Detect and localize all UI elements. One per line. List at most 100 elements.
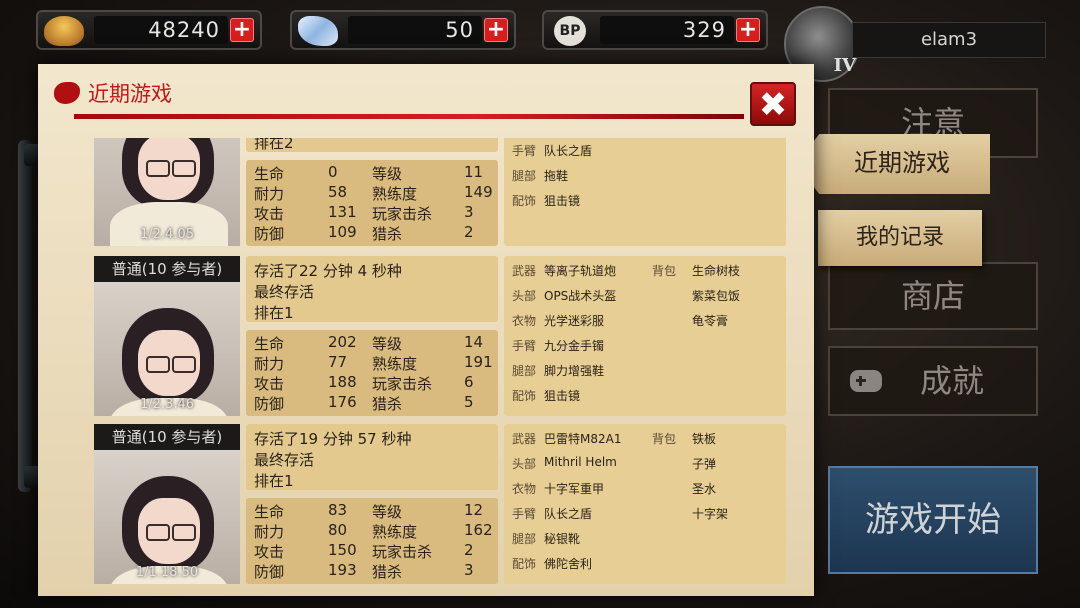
username: elam3 [852, 22, 1046, 58]
stat-label-skill: 熟练度 [372, 355, 418, 373]
portrait-time: 1/1.18.50 [135, 565, 199, 580]
rail-bar [18, 140, 32, 492]
stat-label-defense: 防御 [254, 225, 285, 243]
stat-value-kills: 5 [464, 393, 474, 411]
stat-label-stamina: 耐力 [254, 355, 285, 373]
equip-slot: 手臂 [512, 144, 537, 158]
gem-value: 50 [348, 16, 482, 44]
stat-label-level: 等级 [372, 335, 403, 353]
bag-item: 子弹 [692, 457, 717, 471]
equip-item: 狙击镜 [544, 389, 581, 403]
glasses-left [146, 160, 170, 177]
stat-value-attack: 131 [328, 203, 357, 221]
coin-stack-icon [44, 16, 84, 46]
portrait-time: 1/2.4.05 [140, 227, 194, 242]
tab-recent-games[interactable]: 近期游戏 [796, 134, 990, 194]
survival-time: 存活了22 分钟 4 秒种 [254, 262, 402, 280]
rank-text: 排在2 [254, 138, 294, 152]
bag-item: 铁板 [692, 432, 717, 446]
character-portrait: 1/2.4.05 [94, 138, 240, 246]
stat-label-kills: 猎杀 [372, 563, 403, 581]
final-status: 最终存活 [254, 451, 315, 469]
game-record-3[interactable]: 1/1.18.50 普通(10 参与者) 存活了19 分钟 57 秒种 最终存活 排在1… [94, 424, 794, 584]
equip-slot: 头部 [512, 457, 537, 471]
rank-text: 排在1 [254, 304, 294, 322]
add-bp-button[interactable]: + [736, 18, 760, 42]
stat-value-skill: 162 [464, 521, 493, 539]
panel-title: 近期游戏 [88, 82, 172, 106]
coin-counter: 48240 + [36, 10, 262, 50]
add-coins-button[interactable]: + [230, 18, 254, 42]
stat-value-player_kills: 6 [464, 373, 474, 391]
stat-label-attack: 攻击 [254, 375, 285, 393]
survival-time: 存活了19 分钟 57 秒种 [254, 430, 412, 448]
stat-label-hp: 生命 [254, 165, 285, 183]
game-record-2[interactable]: 1/2.3.46 普通(10 参与者) 存活了22 分钟 4 秒种 最终存活 排在1 生命… [94, 256, 794, 416]
glasses-right [172, 524, 196, 541]
equip-slot: 腿部 [512, 532, 537, 546]
glasses-left [146, 356, 170, 373]
bag-item: 十字架 [692, 507, 729, 521]
glasses-right [172, 356, 196, 373]
stat-label-stamina: 耐力 [254, 523, 285, 541]
bag-item: 龟苓膏 [692, 314, 729, 328]
stat-value-kills: 3 [464, 561, 474, 579]
final-status: 最终存活 [254, 283, 315, 301]
stat-label-attack: 攻击 [254, 205, 285, 223]
bag-label: 背包 [652, 264, 677, 278]
stat-label-level: 等级 [372, 165, 403, 183]
recent-games-panel: 近期游戏 ✖ 1/2.4.05 排在2 生命 0 等级 11 耐力 58 熟练度 149 攻击 131… [38, 64, 814, 596]
equipment-list: 衣物金属板甲手臂队长之盾腿部拖鞋配饰狙击镜厚纸鸭舌帽 [504, 138, 786, 246]
stat-label-player_kills: 玩家击杀 [372, 543, 433, 561]
equip-item: 脚力增强鞋 [544, 364, 605, 378]
equip-slot: 配饰 [512, 194, 537, 208]
stat-value-stamina: 58 [328, 183, 348, 201]
game-mode-label: 普通(10 参与者) [94, 424, 240, 450]
stat-label-stamina: 耐力 [254, 185, 285, 203]
bp-paw-icon: BP [554, 16, 586, 46]
stat-value-defense: 176 [328, 393, 357, 411]
equip-item: 九分金手镯 [544, 339, 605, 353]
stat-label-kills: 猎杀 [372, 395, 403, 413]
equip-slot: 配饰 [512, 557, 537, 571]
equip-item: 十字军重甲 [544, 482, 605, 496]
result-summary: 存活了19 分钟 57 秒种 最终存活 排在1 [246, 424, 498, 490]
equip-slot: 腿部 [512, 169, 537, 183]
stat-label-skill: 熟练度 [372, 185, 418, 203]
equip-item: 队长之盾 [544, 507, 593, 521]
diamond-icon [298, 16, 338, 46]
stat-value-player_kills: 3 [464, 203, 474, 221]
record-list[interactable]: 1/2.4.05 排在2 生命 0 等级 11 耐力 58 熟练度 149 攻击 131 玩家击杀 3 防御… [94, 138, 794, 596]
achievements-label: 成就 [920, 362, 985, 400]
start-game-button[interactable]: 游戏开始 [828, 466, 1038, 574]
game-mode-label: 普通(10 参与者) [94, 256, 240, 282]
close-button[interactable]: ✖ [750, 82, 796, 126]
result-summary: 存活了22 分钟 4 秒种 最终存活排在1 [246, 256, 498, 322]
equip-item: 狙击镜 [544, 194, 581, 208]
stat-value-attack: 188 [328, 373, 357, 391]
achievements-button[interactable]: 成就 [828, 346, 1038, 416]
stat-label-attack: 攻击 [254, 543, 285, 561]
stat-value-level: 14 [464, 333, 484, 351]
equip-item: 拖鞋 [544, 169, 569, 183]
equip-slot: 手臂 [512, 339, 537, 353]
stat-value-skill: 149 [464, 183, 493, 201]
equip-slot: 腿部 [512, 364, 537, 378]
equip-item: Mithril Helm [544, 455, 617, 469]
title-divider [74, 114, 744, 119]
tab-my-records[interactable]: 我的记录 [818, 210, 982, 266]
rank-numeral: IV [833, 55, 856, 76]
add-gems-button[interactable]: + [484, 18, 508, 42]
equip-item: 光学迷彩服 [544, 314, 605, 328]
stat-label-hp: 生命 [254, 503, 285, 521]
result-summary: 排在2 [246, 138, 498, 152]
stat-value-stamina: 80 [328, 521, 348, 539]
equip-item: 等离子轨道炮 [544, 264, 617, 278]
shop-button[interactable]: 商店 [828, 262, 1038, 330]
stat-label-hp: 生命 [254, 335, 285, 353]
equipment-list: 武器 巴雷特M82A1 头部 Mithril Helm 衣物 十字军重甲 手臂 队长之盾 腿部秘… [504, 424, 786, 584]
coin-value: 48240 [94, 16, 228, 44]
stat-value-defense: 193 [328, 561, 357, 579]
game-record-1[interactable]: 1/2.4.05 排在2 生命 0 等级 11 耐力 58 熟练度 149 攻击 131 玩家击杀 3 防御… [94, 138, 794, 246]
equip-slot: 配饰 [512, 389, 537, 403]
